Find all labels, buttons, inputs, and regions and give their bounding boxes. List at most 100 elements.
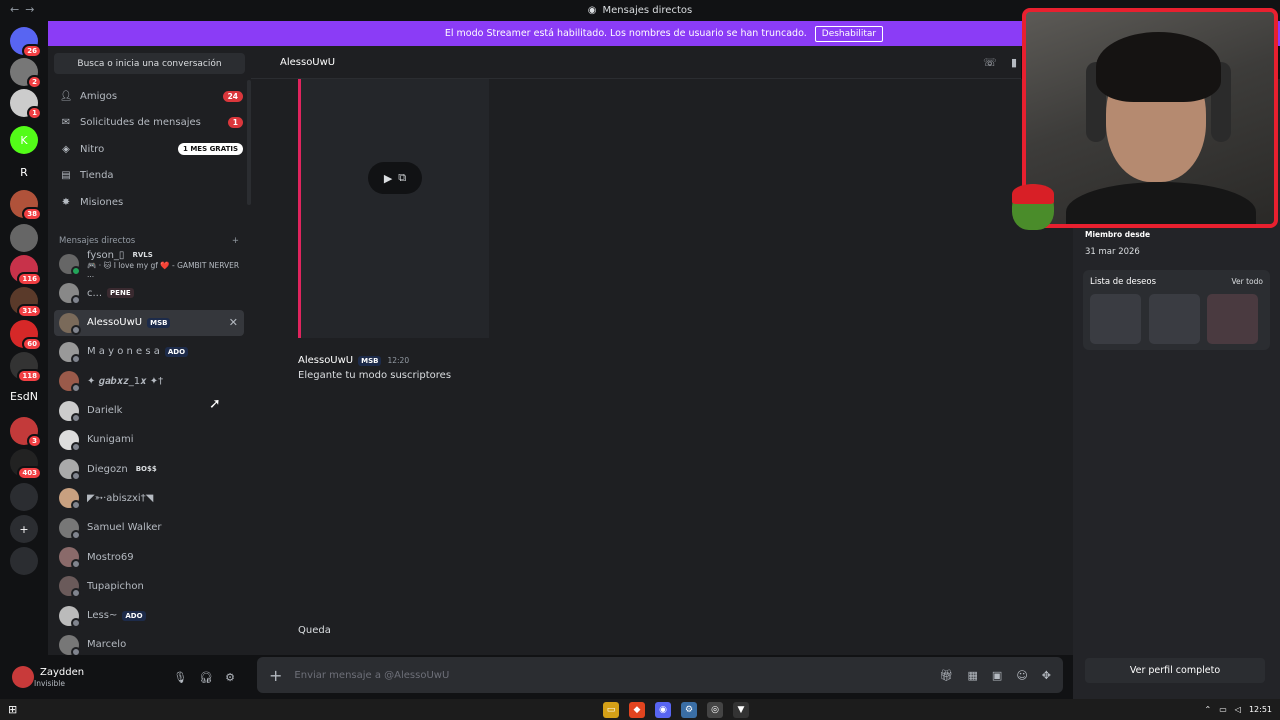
network-icon[interactable]: ▭ (1219, 705, 1227, 714)
server-icon[interactable]: 403 (10, 449, 42, 480)
server-icon[interactable]: 26 (10, 27, 42, 58)
dm-item[interactable]: Marcelo (54, 632, 244, 658)
server-icon[interactable]: 314 (10, 287, 42, 318)
apps-icon[interactable]: ✥ (1042, 669, 1051, 682)
member-since-date: 31 mar 2026 (1085, 247, 1140, 257)
dm-item[interactable]: ✦ 𝒈𝒂𝒃𝒙𝒛_1𝒙 ✦† (54, 368, 244, 394)
nav-item-nitro[interactable]: ◈ Nitro 1 MES GRATIS (54, 137, 243, 161)
dm-name-line: Diegozn BO$$ (87, 464, 160, 475)
obs-icon[interactable]: ◎ (707, 701, 723, 718)
server-icon[interactable]: 1 (10, 89, 42, 120)
discord-icon: ◉ (587, 5, 597, 16)
server-icon[interactable] (10, 483, 38, 511)
windows-start-icon[interactable]: ⊞ (8, 703, 17, 716)
server-badge: 403 (17, 466, 42, 480)
server-icon[interactable]: EsdN (10, 382, 38, 410)
close-dm-icon[interactable]: ✕ (229, 316, 238, 329)
dm-name-line: AlessoUwU MSB (87, 317, 171, 328)
taskbar: ⊞ ▭ ◆ ◉ ⚙ ◎ ▼ ⌃ ▭ ◁ 12:51 (0, 699, 1280, 720)
server-icon[interactable]: 118 (10, 352, 42, 383)
server-badge: 118 (17, 369, 42, 383)
dm-status-text: 🎮 · 🐱 I love my gf ❤️ - GAMBIT NERVER ..… (87, 260, 240, 279)
message-author[interactable]: AlessoUwU (298, 355, 353, 366)
dm-text: Kunigami (87, 434, 134, 445)
nav-item-friends[interactable]: 👤︎ Amigos 24 (54, 84, 243, 108)
nav-item-message-requests[interactable]: ✉ Solicitudes de mensajes 1 (54, 111, 243, 135)
webcam-overlay (1022, 8, 1278, 228)
server-icon[interactable]: 3 (10, 417, 42, 448)
wishlist-item[interactable] (1207, 294, 1258, 344)
server-icon[interactable]: + (10, 515, 38, 543)
server-icon[interactable]: 38 (10, 190, 42, 221)
message-text: Elegante tu modo suscriptores (298, 370, 452, 381)
dm-item[interactable]: Kunigami (54, 427, 244, 453)
video-call-icon[interactable]: ▮ (1011, 56, 1017, 69)
dm-name: c... (87, 287, 103, 299)
server-icon[interactable]: K (10, 126, 38, 154)
server-icon[interactable]: 2 (10, 58, 42, 89)
clock[interactable]: 12:51 (1249, 705, 1272, 714)
dm-tag: PENE (107, 288, 134, 299)
tray-chevron-icon[interactable]: ⌃ (1205, 705, 1212, 714)
dm-item[interactable]: M a y o n e s a ADO (54, 339, 244, 365)
play-button[interactable]: ▶ ⧉ (368, 162, 422, 194)
message-header: AlessoUwU MSB 12:20 (298, 355, 409, 366)
gif-icon[interactable]: ▦ (968, 669, 978, 682)
server-icon[interactable]: R (10, 158, 38, 186)
steam-icon[interactable]: ⚙ (681, 701, 697, 718)
nav-item-shop[interactable]: ▤ Tienda (54, 164, 243, 188)
dm-item[interactable]: AlessoUwU MSB ✕ (54, 309, 244, 336)
gift-icon[interactable]: 🎁︎ (940, 669, 954, 682)
volume-icon[interactable]: ◁ (1235, 705, 1241, 714)
dm-item[interactable]: Less~ ADO (54, 603, 244, 629)
gear-icon[interactable]: ⚙ (225, 671, 235, 684)
emoji-icon[interactable]: ☺ (1016, 669, 1027, 682)
message-input[interactable]: Enviar mensaje a @AlessoUwU (294, 670, 449, 681)
nav-item-label: Misiones (80, 196, 124, 208)
server-label: R (20, 165, 28, 179)
chat-header: AlessoUwU ☏ ▮ (251, 46, 1021, 79)
dm-item[interactable]: Mostro69 (54, 544, 244, 570)
server-badge: 3 (27, 434, 42, 448)
discord-taskbar-icon[interactable]: ◉ (655, 701, 671, 718)
server-icon[interactable]: 116 (10, 255, 42, 286)
dm-item[interactable]: ◤➳·abiszxi†◥ (54, 485, 244, 511)
sticker-icon[interactable]: ▣ (992, 669, 1002, 682)
dm-text: Tupapichon (87, 581, 144, 592)
dm-name: Mostro69 (87, 551, 134, 563)
open-external-icon: ⧉ (398, 171, 407, 184)
server-label: EsdN (10, 389, 38, 403)
view-full-profile-button[interactable]: Ver perfil completo (1085, 658, 1265, 683)
dm-item[interactable]: c... PENE (54, 280, 244, 306)
nav-item-quests[interactable]: ✸ Misiones (54, 190, 243, 214)
brave-icon[interactable]: ◆ (629, 701, 645, 718)
dm-item[interactable]: Diegozn BO$$ (54, 456, 244, 482)
message-composer[interactable]: + Enviar mensaje a @AlessoUwU 🎁︎ ▦ ▣ ☺ ✥ (257, 657, 1063, 693)
wishlist-item[interactable] (1090, 294, 1141, 344)
wishlist-item[interactable] (1149, 294, 1200, 344)
app-icon[interactable]: ▼ (733, 701, 749, 718)
voice-call-icon[interactable]: ☏ (983, 56, 997, 69)
user-avatar[interactable] (12, 666, 34, 688)
back-forward-arrows[interactable]: ←→ (10, 3, 40, 16)
server-label: + (19, 522, 29, 536)
headphones-icon[interactable]: 🎧︎ (199, 671, 213, 684)
microphone-icon[interactable]: 🎙︎ (173, 671, 187, 684)
file-explorer-icon[interactable]: ▭ (603, 701, 619, 718)
server-icon[interactable] (10, 224, 38, 252)
disable-streamer-button[interactable]: Deshabilitar (814, 25, 884, 42)
server-icon[interactable]: 60 (10, 320, 42, 351)
avatar (59, 283, 81, 306)
wishlist-view-all[interactable]: Ver todo (1231, 277, 1263, 286)
avatar (59, 605, 81, 628)
dm-text: ◤➳·abiszxi†◥ (87, 493, 153, 504)
avatar (59, 517, 81, 540)
dm-item[interactable]: fyson_▯ RVLS 🎮 · 🐱 I love my gf ❤️ - GAMBI… (54, 250, 244, 279)
add-dm-icon[interactable]: + (232, 236, 239, 246)
server-icon[interactable] (10, 547, 38, 575)
search-conversation-button[interactable]: Busca o inicia una conversación (54, 53, 245, 74)
video-embed[interactable]: ▶ ⧉ (298, 79, 489, 338)
dm-item[interactable]: Samuel Walker (54, 515, 244, 541)
dm-item[interactable]: Tupapichon (54, 573, 244, 599)
add-attachment-icon[interactable]: + (269, 666, 282, 685)
